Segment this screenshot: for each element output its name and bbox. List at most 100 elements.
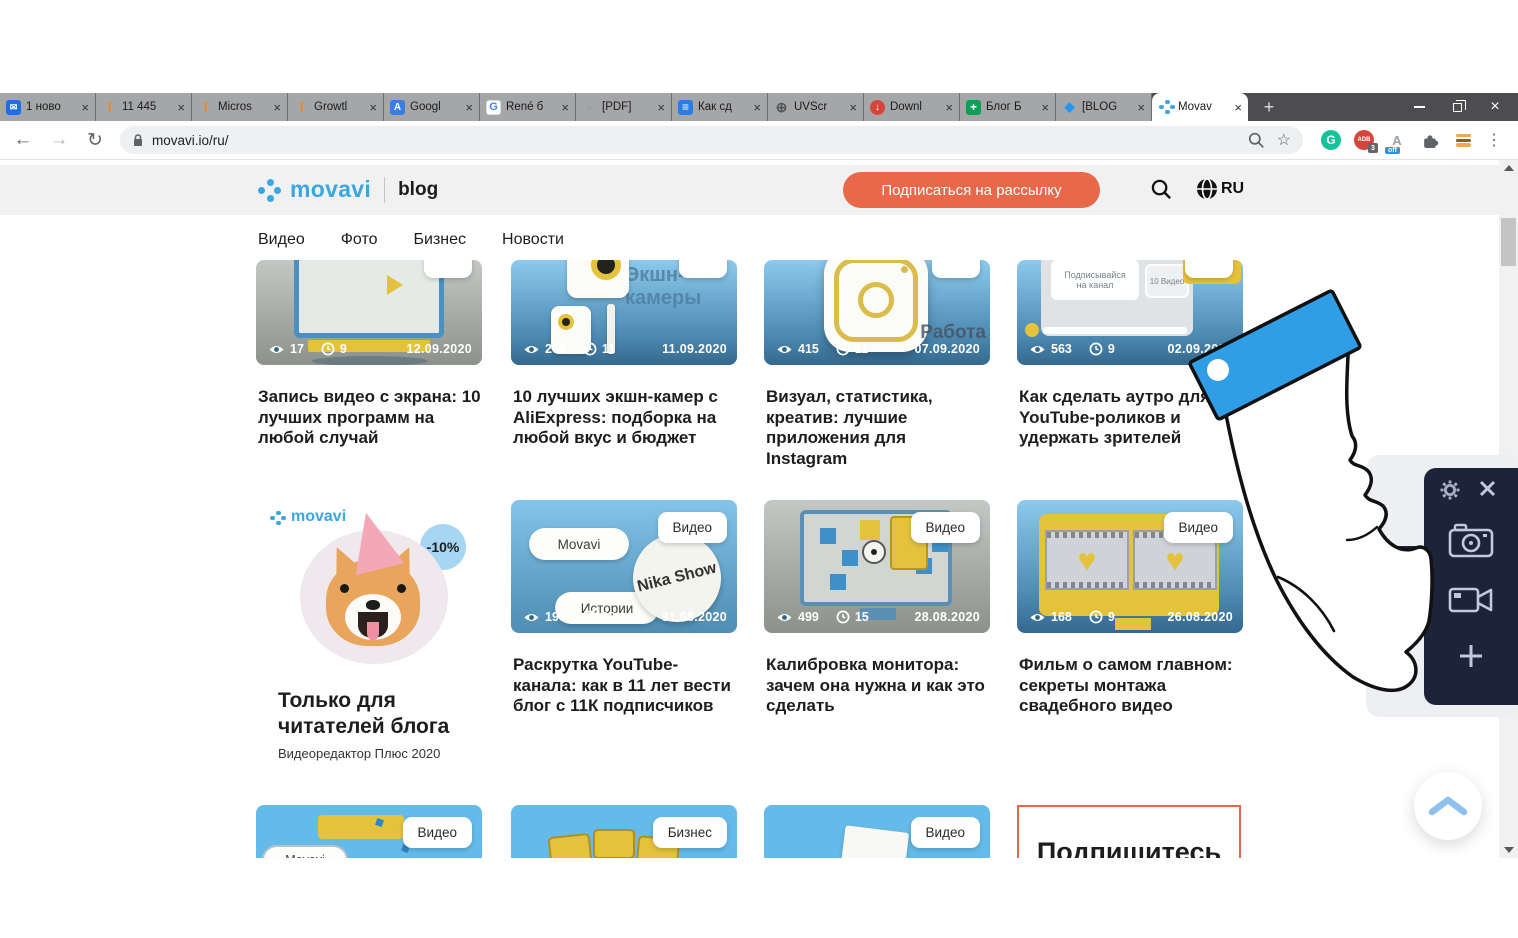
article-stats: 269 11 11.09.2020 bbox=[523, 342, 727, 356]
tab-title: [BLOG bbox=[1082, 101, 1132, 113]
grid-column: Экшн-камеры 269 11 11.09.2020 10 лучших … bbox=[511, 160, 737, 858]
google-favicon: G bbox=[486, 100, 501, 115]
article-thumbnail[interactable]: 17 9 12.09.2020 bbox=[256, 260, 482, 365]
browser-tab[interactable]: Movav× bbox=[1152, 93, 1248, 121]
paper-illustration bbox=[839, 825, 909, 858]
article-thumbnail[interactable]: Работа 415 11 07.09.2020 bbox=[764, 260, 990, 365]
read-time-icon bbox=[836, 610, 850, 624]
category-badge: Бизнес bbox=[653, 817, 727, 848]
scroll-to-top-button[interactable] bbox=[1414, 772, 1482, 840]
minimize-button[interactable] bbox=[1412, 100, 1426, 114]
article-thumbnail[interactable]: Экшн-камеры 269 11 11.09.2020 bbox=[511, 260, 737, 365]
tab-close-icon[interactable]: × bbox=[561, 100, 569, 115]
tab-close-icon[interactable]: × bbox=[465, 100, 473, 115]
browser-tab[interactable]: IGrowtl× bbox=[288, 93, 384, 121]
url-text[interactable]: movavi.io/ru/ bbox=[152, 133, 229, 148]
adguard-letter: A bbox=[1392, 133, 1401, 148]
browser-tab[interactable]: ▲[PDF]× bbox=[576, 93, 672, 121]
video-record-icon[interactable] bbox=[1448, 584, 1494, 616]
category-badge: Видео bbox=[1164, 512, 1233, 543]
article-thumbnail[interactable]: Подписывайся на канал 10 Видео 563 9 02.… bbox=[1017, 260, 1243, 365]
pdf-favicon: ▲ bbox=[582, 100, 597, 115]
adguard-extension-icon[interactable]: Aoff bbox=[1387, 130, 1407, 150]
tab-close-icon[interactable]: × bbox=[1041, 100, 1049, 115]
puzzle-extension-icon[interactable] bbox=[1420, 130, 1440, 150]
article-title[interactable]: Визуал, статистика, креатив: лучшие прил… bbox=[766, 387, 990, 469]
browser-window: ✉1 ново×I11 445×IMicros×IGrowtl×AGoogl×G… bbox=[0, 93, 1518, 858]
globe-favicon: ⊕ bbox=[774, 100, 789, 115]
tab-close-icon[interactable]: × bbox=[849, 100, 857, 115]
window-controls: × bbox=[1412, 93, 1518, 121]
address-bar[interactable]: movavi.io/ru/ ☆ bbox=[120, 126, 1303, 154]
browser-tab[interactable]: ⊕ UVScr × bbox=[768, 93, 864, 121]
article-title[interactable]: Калибровка монитора: зачем она нужна и к… bbox=[766, 655, 990, 717]
browser-tab[interactable]: ↓Downl× bbox=[864, 93, 960, 121]
tab-title: UVScr bbox=[794, 101, 844, 113]
publish-date: 28.08.2020 bbox=[914, 610, 980, 624]
newsletter-box-title: Подпишитесь bbox=[1037, 837, 1221, 858]
browser-tab[interactable]: +Блог Б× bbox=[960, 93, 1056, 121]
grammarly-extension-icon[interactable]: G bbox=[1321, 130, 1341, 150]
read-time: 9 bbox=[1108, 610, 1115, 624]
back-button[interactable]: ← bbox=[12, 129, 34, 151]
forward-button[interactable]: → bbox=[48, 129, 70, 151]
tab-close-icon[interactable]: × bbox=[81, 100, 89, 115]
article-stats: 563 9 02.09.2020 bbox=[1029, 342, 1233, 356]
window-close-button[interactable]: × bbox=[1488, 100, 1502, 114]
reload-button[interactable]: ↻ bbox=[84, 129, 106, 152]
adblock-badge: 3 bbox=[1368, 143, 1378, 153]
settings-gear-icon[interactable] bbox=[1440, 480, 1460, 500]
capture-panel-collapse-tab[interactable] bbox=[1388, 546, 1428, 624]
article-title[interactable]: Раскрутка YouTube-канала: как в 11 лет в… bbox=[513, 655, 737, 717]
article-title[interactable]: Запись видео с экрана: 10 лучших програм… bbox=[258, 387, 482, 449]
browser-tab[interactable]: ◆ [BLOG × bbox=[1056, 93, 1152, 121]
bookmark-star-icon[interactable]: ☆ bbox=[1277, 130, 1291, 150]
tab-close-icon[interactable]: × bbox=[1137, 100, 1145, 115]
category-badge-clipped bbox=[932, 260, 980, 278]
action-camera-illustration bbox=[567, 260, 629, 298]
article-thumbnail[interactable]: Видео Movavi Истории Nika Show 196 16 31… bbox=[511, 500, 737, 633]
diamond-favicon: ◆ bbox=[1062, 100, 1077, 115]
tab-close-icon[interactable]: × bbox=[273, 100, 281, 115]
scrollbar-up-arrow[interactable] bbox=[1504, 165, 1514, 171]
add-capture-icon[interactable] bbox=[1457, 642, 1485, 670]
browser-tab[interactable]: AGoogl× bbox=[384, 93, 480, 121]
burger-extension-icon[interactable] bbox=[1453, 130, 1473, 150]
browser-menu-icon[interactable]: ⋮ bbox=[1486, 130, 1502, 150]
tab-close-icon[interactable]: × bbox=[657, 100, 665, 115]
article-thumbnail[interactable]: Видео 499 bbox=[764, 500, 990, 633]
monitor-illustration bbox=[294, 260, 444, 338]
scrollbar-down-arrow[interactable] bbox=[1504, 847, 1514, 853]
article-thumbnail[interactable]: Видео ♥ ♥ 168 9 bbox=[1017, 500, 1243, 633]
browser-tab[interactable]: GRené б× bbox=[480, 93, 576, 121]
screenshot-camera-icon[interactable] bbox=[1448, 522, 1494, 558]
newsletter-box[interactable]: Подпишитесь bbox=[1017, 805, 1241, 858]
tab-close-icon[interactable]: × bbox=[753, 100, 761, 115]
article-thumbnail[interactable]: Бизнес bbox=[511, 805, 737, 858]
panel-close-icon[interactable] bbox=[1479, 480, 1496, 497]
youtube-outro-illustration: Подписывайся на канал 10 Видео bbox=[1041, 260, 1193, 336]
restore-button[interactable] bbox=[1450, 100, 1464, 114]
new-tab-button[interactable]: + bbox=[1256, 94, 1282, 120]
tab-close-icon[interactable]: × bbox=[945, 100, 953, 115]
scrollbar-thumb[interactable] bbox=[1501, 218, 1516, 266]
adblock-extension-icon[interactable]: ADB3 bbox=[1354, 130, 1374, 150]
zoom-page-icon[interactable] bbox=[1248, 132, 1265, 149]
promo-subtitle: Видеоредактор Плюс 2020 bbox=[278, 746, 440, 761]
browser-tab[interactable]: ≡Как сд× bbox=[672, 93, 768, 121]
tab-close-icon[interactable]: × bbox=[177, 100, 185, 115]
publish-date: 12.09.2020 bbox=[406, 342, 472, 356]
browser-tab[interactable]: I11 445× bbox=[96, 93, 192, 121]
article-thumbnail[interactable]: Видео Movavi bbox=[256, 805, 482, 858]
article-thumbnail[interactable]: Видео bbox=[764, 805, 990, 858]
browser-tab[interactable]: IMicros× bbox=[192, 93, 288, 121]
tab-close-icon[interactable]: × bbox=[369, 100, 377, 115]
article-title[interactable]: Фильм о самом главном: секреты монтажа с… bbox=[1019, 655, 1243, 717]
article-title[interactable]: 10 лучших экшн-камер с AliExpress: подбо… bbox=[513, 387, 737, 449]
browser-tab[interactable]: ✉1 ново× bbox=[0, 93, 96, 121]
translate-favicon: A bbox=[390, 100, 405, 115]
play-icon bbox=[387, 275, 403, 295]
article-title[interactable]: Как сделать аутро для YouTube-роликов и … bbox=[1019, 387, 1243, 449]
views-count: 269 bbox=[545, 342, 566, 356]
tab-close-icon[interactable]: × bbox=[1234, 100, 1242, 115]
